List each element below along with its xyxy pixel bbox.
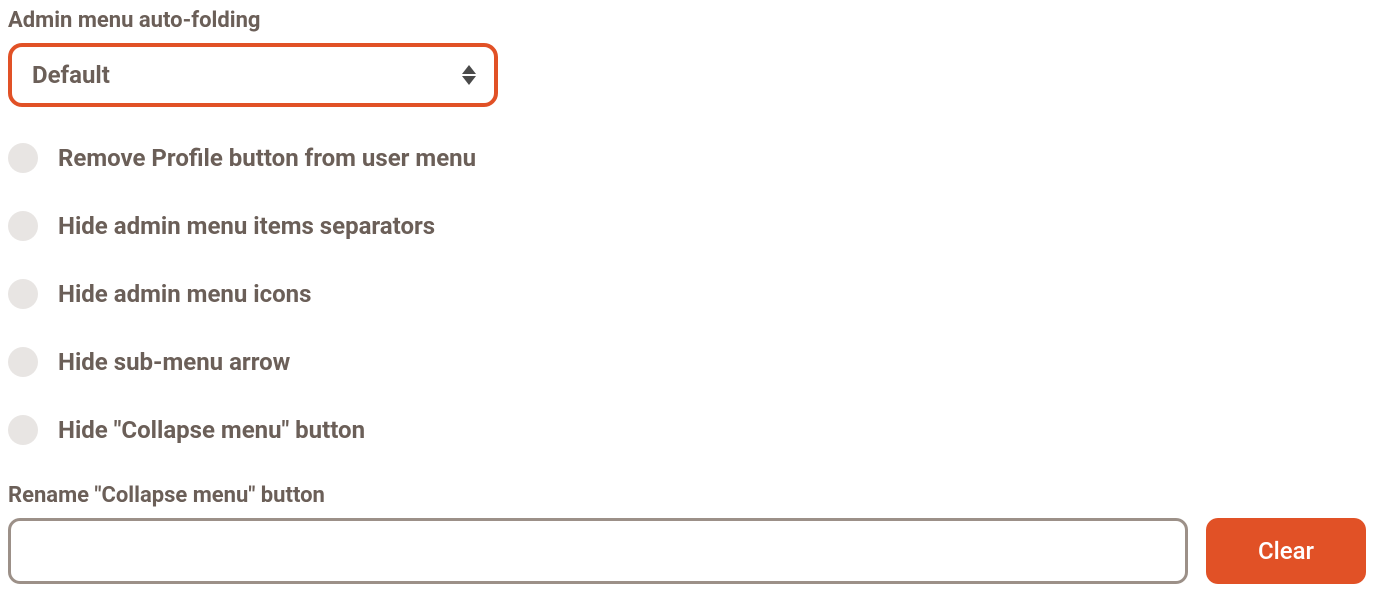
checkbox-label[interactable]: Hide admin menu icons <box>58 280 311 308</box>
checkbox-toggle[interactable] <box>8 415 38 445</box>
checkbox-toggle[interactable] <box>8 347 38 377</box>
checkbox-toggle[interactable] <box>8 143 38 173</box>
rename-label: Rename "Collapse menu" button <box>8 483 1366 508</box>
rename-row: Clear <box>8 518 1366 584</box>
checkbox-row-hide-separators[interactable]: Hide admin menu items separators <box>8 211 1366 241</box>
checkbox-label[interactable]: Hide "Collapse menu" button <box>58 416 365 444</box>
auto-folding-select[interactable]: Default <box>8 43 498 107</box>
checkbox-label[interactable]: Hide sub-menu arrow <box>58 348 290 376</box>
checkbox-toggle[interactable] <box>8 279 38 309</box>
checkbox-row-remove-profile[interactable]: Remove Profile button from user menu <box>8 143 1366 173</box>
checkbox-row-hide-icons[interactable]: Hide admin menu icons <box>8 279 1366 309</box>
checkbox-toggle[interactable] <box>8 211 38 241</box>
checkbox-row-hide-submenu-arrow[interactable]: Hide sub-menu arrow <box>8 347 1366 377</box>
rename-collapse-menu-group: Rename "Collapse menu" button Clear <box>8 483 1366 584</box>
clear-button[interactable]: Clear <box>1206 518 1366 584</box>
rename-input[interactable] <box>8 518 1188 584</box>
auto-folding-select-wrapper: Default <box>8 43 498 107</box>
checkbox-row-hide-collapse-button[interactable]: Hide "Collapse menu" button <box>8 415 1366 445</box>
admin-menu-auto-folding-group: Admin menu auto-folding Default <box>8 8 1366 107</box>
checkbox-label[interactable]: Hide admin menu items separators <box>58 212 435 240</box>
checkbox-label[interactable]: Remove Profile button from user menu <box>58 144 476 172</box>
auto-folding-label: Admin menu auto-folding <box>8 8 1366 33</box>
